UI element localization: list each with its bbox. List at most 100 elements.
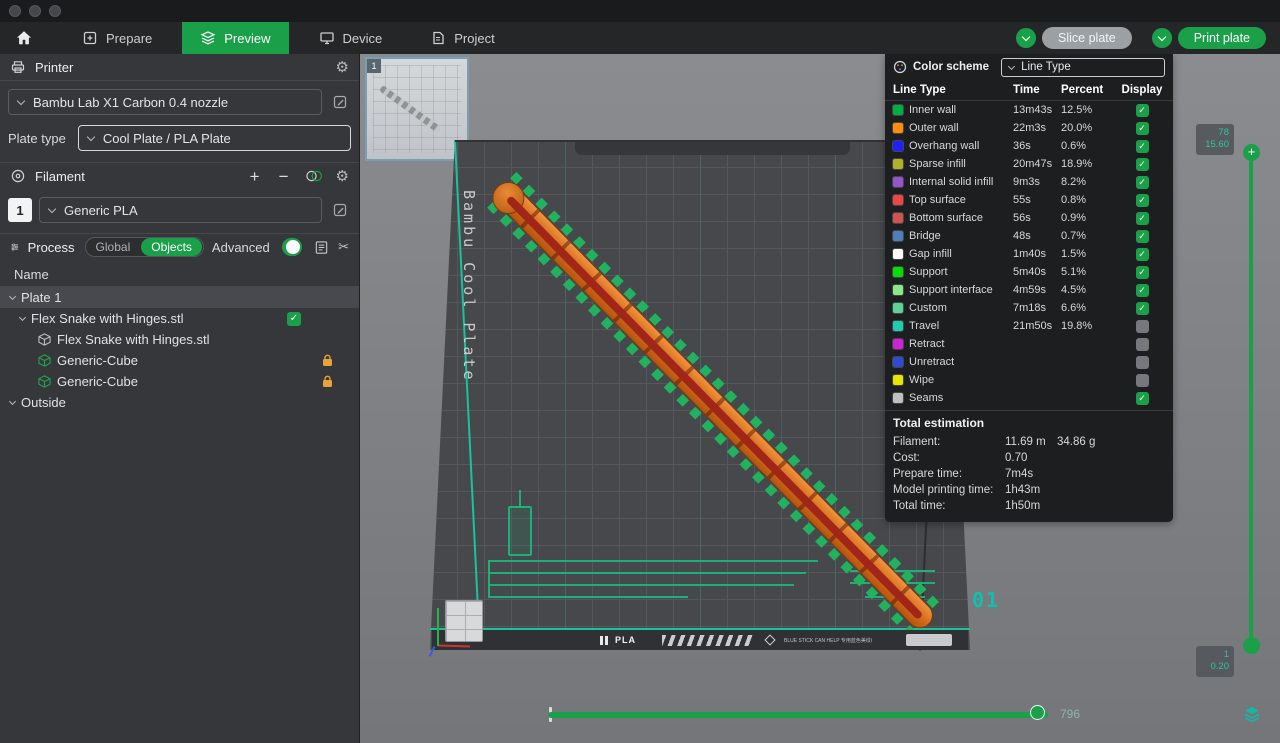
home-icon <box>17 31 31 45</box>
line-type-label: Support interface <box>909 284 993 296</box>
tree-row-outside[interactable]: Outside <box>0 392 359 413</box>
expand-chevron-icon[interactable] <box>8 397 17 406</box>
scope-global-option[interactable]: Global <box>86 240 141 254</box>
axis-y <box>437 608 439 646</box>
legend-row-11: Custom 7m18s 6.6% ✓ <box>885 299 1173 317</box>
tree-row-generic-cube[interactable]: Generic-Cube <box>0 371 359 392</box>
advanced-toggle[interactable] <box>281 238 303 256</box>
minimize-button[interactable] <box>29 5 41 17</box>
scope-objects-option[interactable]: Objects <box>141 238 202 256</box>
print-plate-button[interactable]: Print plate <box>1177 27 1266 49</box>
tab-preview-label: Preview <box>224 30 271 46</box>
tree-row-generic-cube[interactable]: Generic-Cube <box>0 350 359 371</box>
close-button[interactable] <box>9 5 21 17</box>
remove-filament-button[interactable]: − <box>276 168 292 185</box>
legend-header: Color scheme Line Type <box>885 54 1173 80</box>
display-checkbox[interactable] <box>1135 319 1149 333</box>
expand-chevron-icon[interactable] <box>8 292 17 301</box>
cube-icon <box>38 333 51 346</box>
layer-slider-upper-handle[interactable]: + <box>1243 144 1260 161</box>
tree-row-flex-snake-with-hinges-stl[interactable]: Flex Snake with Hinges.stl <box>0 329 359 350</box>
tab-preview[interactable]: Preview <box>182 22 289 54</box>
move-slider-track[interactable] <box>548 712 1048 718</box>
filament-preset-select[interactable]: Generic PLA <box>39 197 322 223</box>
line-type-percent: 8.2% <box>1061 176 1087 188</box>
viewport-3d[interactable]: 1 Bambu Cool Plate PLA BLUE STICK CAN HE… <box>360 54 1280 743</box>
printer-preset-select[interactable]: Bambu Lab X1 Carbon 0.4 nozzle <box>8 89 322 115</box>
total-estimation-title: Total estimation <box>893 416 985 430</box>
plate-type-row: Plate type Cool Plate / PLA Plate <box>0 119 359 162</box>
chevron-down-icon <box>1021 32 1031 41</box>
display-checkbox[interactable]: ✓ <box>1135 121 1149 135</box>
model-generic-cubes[interactable] <box>445 600 483 642</box>
preview-icon <box>200 31 216 45</box>
line-type-percent: 0.8% <box>1061 194 1087 206</box>
display-checkbox[interactable]: ✓ <box>1135 229 1149 243</box>
display-checkbox[interactable]: ✓ <box>1135 103 1149 117</box>
display-checkbox[interactable]: ✓ <box>1135 139 1149 153</box>
display-checkbox[interactable]: ✓ <box>1135 391 1149 405</box>
layer-slider-lower-handle[interactable] <box>1243 637 1260 654</box>
display-checkbox[interactable] <box>1135 373 1149 387</box>
home-button[interactable] <box>8 22 40 54</box>
display-checkbox[interactable]: ✓ <box>1135 193 1149 207</box>
column-line-type: Line Type <box>893 84 946 96</box>
printer-edit-button[interactable] <box>329 91 351 113</box>
line-type-percent: 18.9% <box>1061 158 1093 170</box>
cube-icon <box>38 354 51 367</box>
add-filament-button[interactable]: + <box>247 168 263 185</box>
cut-icon[interactable]: ✂ <box>338 239 349 255</box>
total-extra: 34.86 g <box>1057 436 1096 448</box>
printer-settings-gear-icon[interactable]: ⚙ <box>336 60 349 75</box>
display-checkbox[interactable]: ✓ <box>1135 211 1149 225</box>
display-checkbox[interactable] <box>1135 337 1149 351</box>
line-type-swatch <box>893 105 903 115</box>
edit-icon <box>333 95 347 109</box>
plate-type-select[interactable]: Cool Plate / PLA Plate <box>77 125 351 151</box>
tab-device-label: Device <box>342 30 383 46</box>
layers-button[interactable] <box>1240 702 1264 726</box>
line-type-label: Travel <box>909 320 940 332</box>
tree-row-flex-snake-with-hinges-stl[interactable]: Flex Snake with Hinges.stl ✓ <box>0 308 359 329</box>
move-slider-handle[interactable] <box>1030 705 1045 720</box>
line-type-swatch <box>893 231 903 241</box>
filament-settings-gear-icon[interactable]: ⚙ <box>336 169 349 184</box>
line-type-percent: 5.1% <box>1061 266 1087 278</box>
legend-row-6: Bottom surface 56s 0.9% ✓ <box>885 209 1173 227</box>
object-visibility-checkbox[interactable]: ✓ <box>287 311 301 326</box>
tab-project[interactable]: Project <box>412 22 512 54</box>
display-checkbox[interactable]: ✓ <box>1135 157 1149 171</box>
line-type-time: 9m3s <box>1013 176 1040 188</box>
tab-prepare[interactable]: Prepare <box>64 22 170 54</box>
display-checkbox[interactable]: ✓ <box>1135 247 1149 261</box>
filament-edit-button[interactable] <box>329 199 351 221</box>
print-options-button[interactable] <box>1151 28 1172 48</box>
display-checkbox[interactable] <box>1135 355 1149 369</box>
total-row: Cost: 0.70 <box>885 450 1173 466</box>
total-row: Total time: 1h50m <box>885 498 1173 514</box>
plate-type-label: Plate type <box>8 130 66 146</box>
color-scheme-select[interactable]: Line Type <box>1001 57 1165 77</box>
display-checkbox[interactable]: ✓ <box>1135 265 1149 279</box>
process-header-icons: ✂ <box>314 239 349 255</box>
tree-row-label: Generic-Cube <box>57 353 138 368</box>
slice-options-button[interactable] <box>1016 28 1037 48</box>
tab-device[interactable]: Device <box>301 22 401 54</box>
layer-slider-track[interactable] <box>1249 160 1253 638</box>
zoom-button[interactable] <box>49 5 61 17</box>
chevron-down-icon <box>1008 62 1016 70</box>
expand-chevron-icon[interactable] <box>18 313 27 322</box>
cube-icon <box>38 375 51 388</box>
display-checkbox[interactable]: ✓ <box>1135 301 1149 315</box>
line-type-label: Gap infill <box>909 248 952 260</box>
toolbar-actions: Slice plate Print plate <box>1016 27 1266 49</box>
multi-filament-icon[interactable] <box>305 168 323 184</box>
name-column-label: Name <box>14 267 49 282</box>
slice-plate-button[interactable]: Slice plate <box>1042 27 1132 49</box>
parameter-table-icon[interactable] <box>314 240 329 255</box>
display-checkbox[interactable]: ✓ <box>1135 283 1149 297</box>
tree-row-plate-1[interactable]: Plate 1 <box>0 287 359 308</box>
line-type-label: Outer wall <box>909 122 959 134</box>
display-checkbox[interactable]: ✓ <box>1135 175 1149 189</box>
object-list-header: Name <box>0 263 359 287</box>
